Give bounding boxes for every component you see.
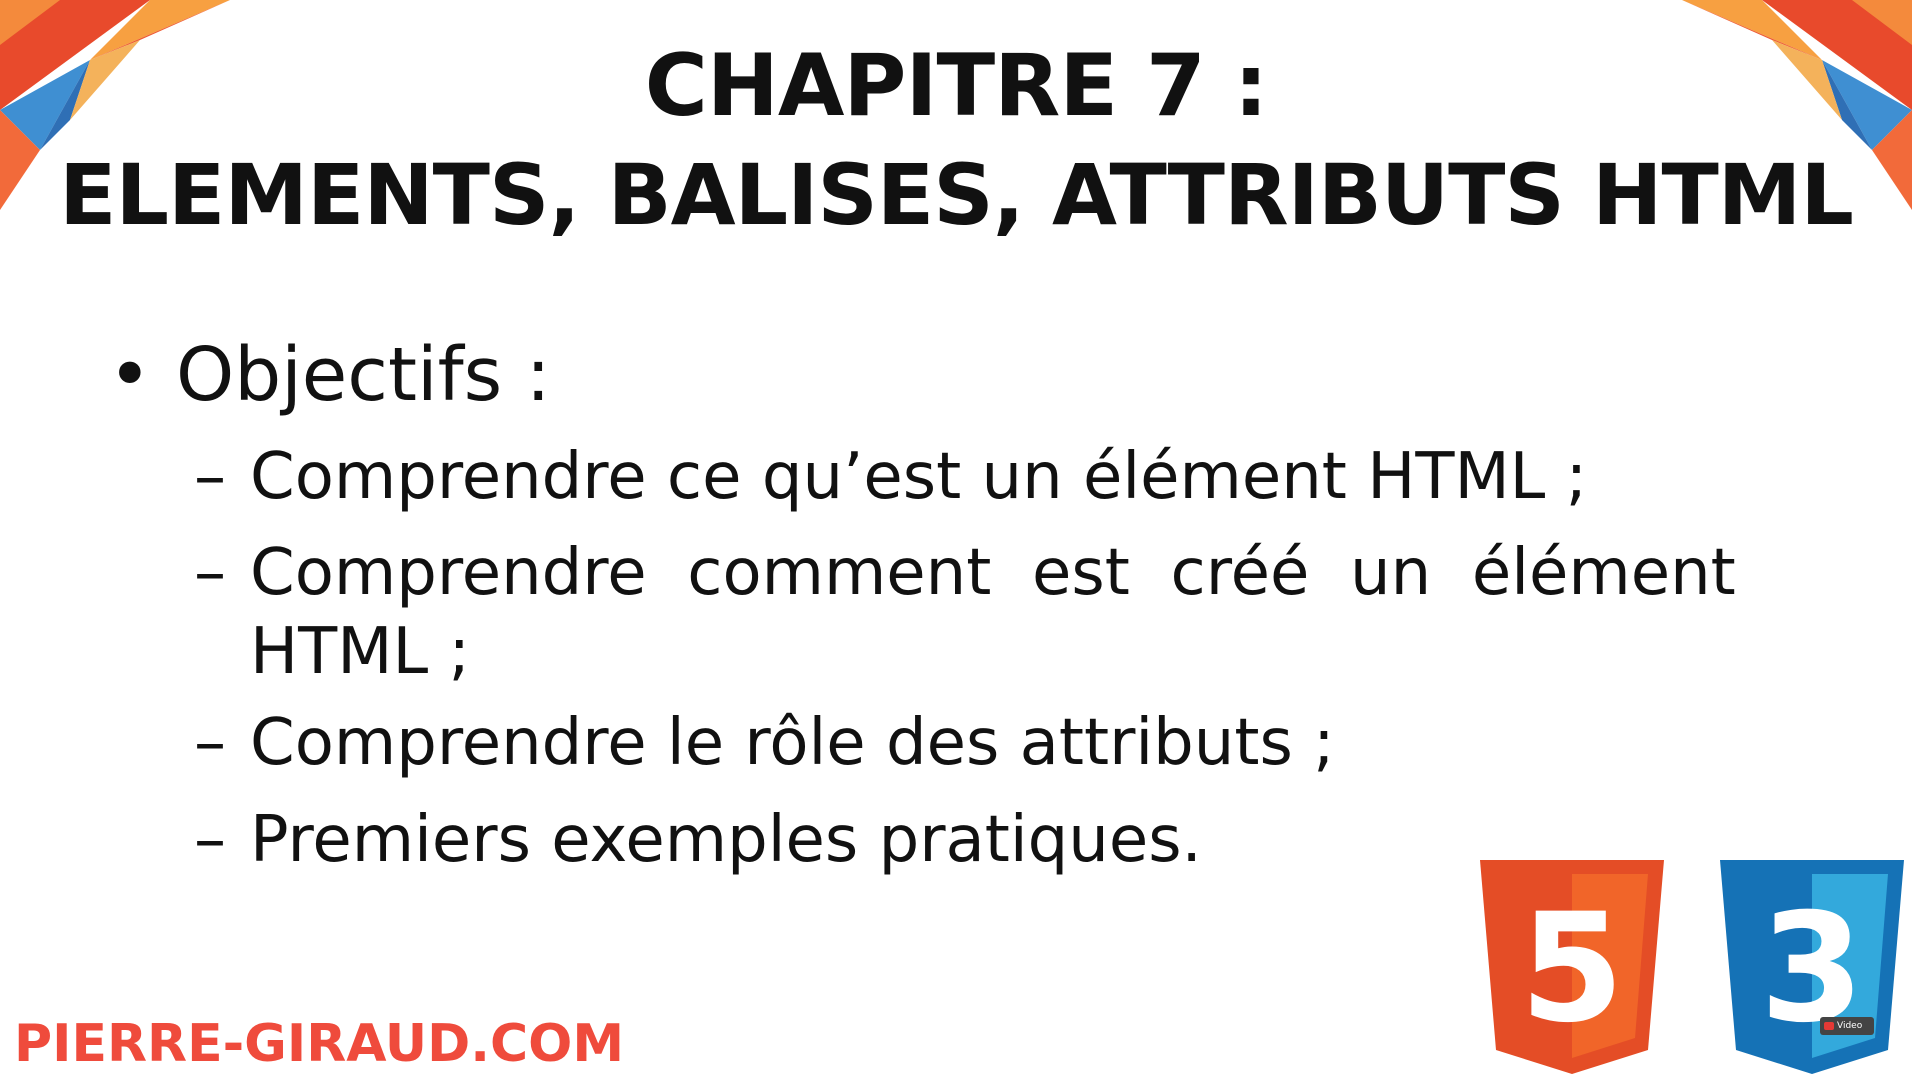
slide-title-line-1: CHAPITRE 7 :	[644, 36, 1268, 136]
sub-bullet-marker: –	[194, 803, 226, 877]
sub-bullet-marker: –	[194, 536, 226, 610]
slide-title-line-2: ELEMENTS, BALISES, ATTRIBUTS HTML	[59, 146, 1854, 244]
play-icon	[1824, 1022, 1834, 1030]
bullet-marker: •	[108, 332, 152, 418]
footer-brand: PIERRE-GIRAUD.COM	[14, 1014, 625, 1074]
sub-bullet-text: Premiers exemples pratiques.	[250, 803, 1202, 877]
sub-bullet-text: Comprendre le rôle des attributs ;	[250, 706, 1335, 780]
video-badge[interactable]: Video	[1820, 1017, 1874, 1035]
html5-number: 5	[1520, 882, 1624, 1056]
sub-bullet-marker: –	[194, 706, 226, 780]
html5-logo-icon: 5	[1480, 860, 1664, 1074]
video-badge-label: Video	[1837, 1021, 1863, 1031]
sub-bullet-text: Comprendre ce qu’est un élément HTML ;	[250, 440, 1588, 514]
slide: CHAPITRE 7 : ELEMENTS, BALISES, ATTRIBUT…	[0, 0, 1912, 1074]
css3-logo-icon: 3	[1720, 860, 1904, 1074]
sub-bullet-text: Comprendre comment est créé un élément	[250, 536, 1736, 610]
main-bullet-label: Objectifs :	[176, 332, 551, 418]
sub-bullet-marker: –	[194, 440, 226, 514]
sub-bullet-continuation: HTML ;	[250, 615, 470, 689]
